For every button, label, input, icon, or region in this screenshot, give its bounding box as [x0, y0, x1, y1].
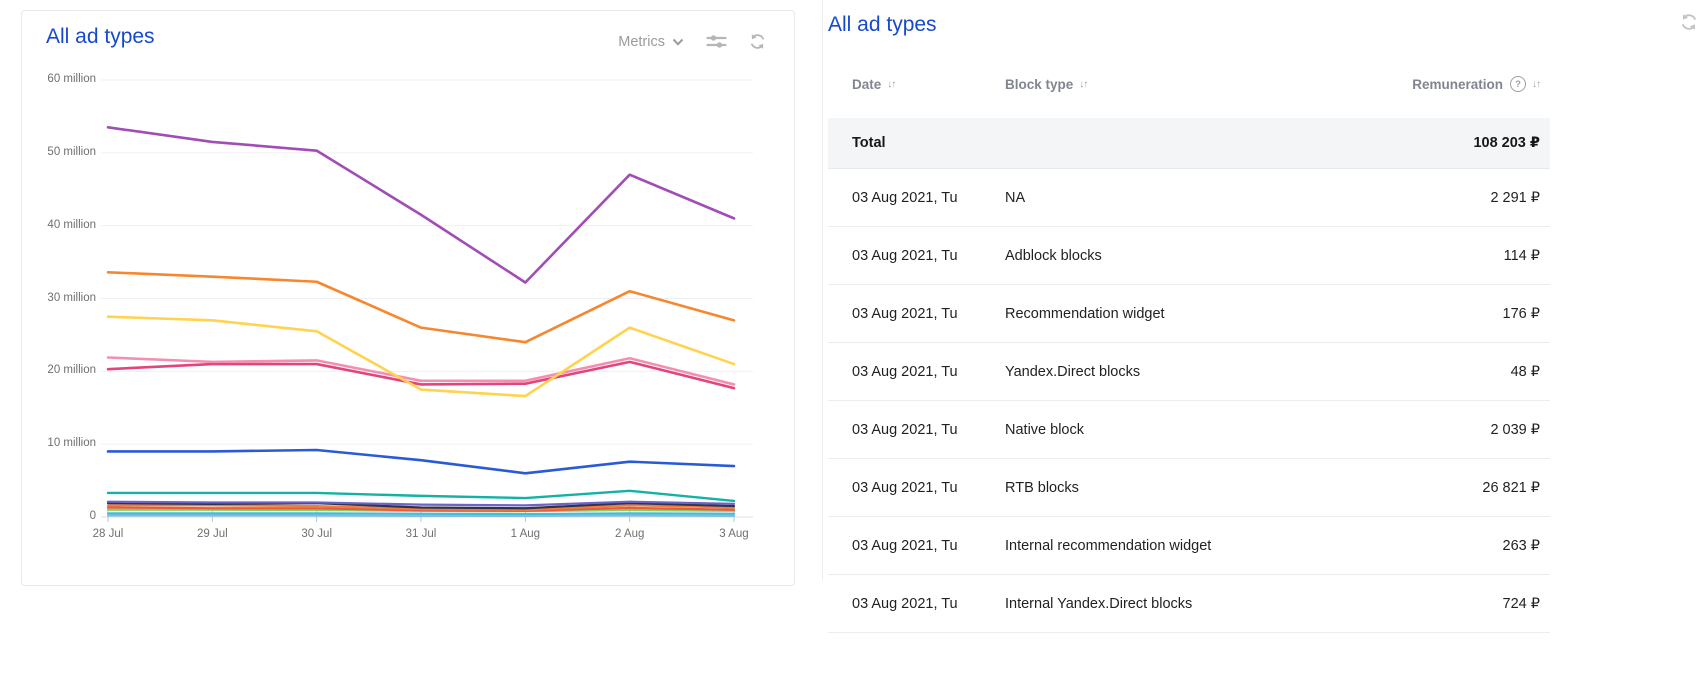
x-axis-label: 2 Aug — [595, 528, 665, 540]
cell-block-type: Recommendation widget — [1005, 306, 1285, 322]
cell-date: 03 Aug 2021, Tu — [828, 480, 1005, 496]
table-row: 03 Aug 2021, TuYandex.Direct blocks48 ₽ — [828, 343, 1550, 401]
cell-remuneration: 263 ₽ — [1285, 538, 1550, 554]
chart-line-crimson — [108, 362, 734, 388]
x-axis-label: 28 Jul — [73, 528, 143, 540]
cell-date: 03 Aug 2021, Tu — [828, 306, 1005, 322]
table-row: 03 Aug 2021, TuNA2 291 ₽ — [828, 169, 1550, 227]
cell-date: 03 Aug 2021, Tu — [828, 190, 1005, 206]
cell-block-type: Native block — [1005, 422, 1285, 438]
sort-icon[interactable]: ↓↑ — [1532, 79, 1540, 90]
cell-remuneration: 2 291 ₽ — [1285, 190, 1550, 206]
panel-divider — [822, 0, 823, 580]
sort-icon[interactable]: ↓↑ — [887, 79, 895, 90]
column-header-block-type-label: Block type — [1005, 77, 1073, 92]
cell-block-type: Internal recommendation widget — [1005, 538, 1285, 554]
y-axis-label: 60 million — [22, 73, 96, 85]
column-header-block-type[interactable]: Block type ↓↑ — [1005, 77, 1285, 92]
chart-line-cyan — [108, 513, 734, 514]
cell-block-type: NA — [1005, 190, 1285, 206]
y-axis-label: 50 million — [22, 146, 96, 158]
table-row: 03 Aug 2021, TuInternal Yandex.Direct bl… — [828, 575, 1550, 633]
cell-remuneration: 2 039 ₽ — [1285, 422, 1550, 438]
y-axis-label: 0 — [22, 510, 96, 522]
x-axis-label: 1 Aug — [490, 528, 560, 540]
column-header-remuneration[interactable]: Remuneration ? ↓↑ — [1285, 76, 1550, 92]
cell-block-type: Adblock blocks — [1005, 248, 1285, 264]
cell-remuneration: 26 821 ₽ — [1285, 480, 1550, 496]
remuneration-table: Date ↓↑ Block type ↓↑ Remuneration ? ↓↑ … — [828, 62, 1550, 633]
total-remuneration: 108 203 ₽ — [1285, 135, 1550, 151]
table-row: 03 Aug 2021, TuAdblock blocks114 ₽ — [828, 227, 1550, 285]
y-axis-label: 20 million — [22, 364, 96, 376]
cell-date: 03 Aug 2021, Tu — [828, 596, 1005, 612]
chart-card: All ad types Metrics — [21, 10, 795, 586]
table-body: 03 Aug 2021, TuNA2 291 ₽03 Aug 2021, TuA… — [828, 169, 1550, 633]
cell-remuneration: 114 ₽ — [1285, 248, 1550, 264]
line-chart-canvas — [22, 11, 796, 587]
cell-block-type: RTB blocks — [1005, 480, 1285, 496]
table-row: 03 Aug 2021, TuRTB blocks26 821 ₽ — [828, 459, 1550, 517]
y-axis-label: 30 million — [22, 292, 96, 304]
cell-date: 03 Aug 2021, Tu — [828, 248, 1005, 264]
y-axis-label: 40 million — [22, 219, 96, 231]
table-total-row: Total 108 203 ₽ — [828, 118, 1550, 169]
cell-block-type: Internal Yandex.Direct blocks — [1005, 596, 1285, 612]
y-axis-label: 10 million — [22, 437, 96, 449]
sort-icon[interactable]: ↓↑ — [1079, 79, 1087, 90]
cell-remuneration: 48 ₽ — [1285, 364, 1550, 380]
table-panel-title: All ad types — [828, 13, 937, 37]
refresh-icon[interactable] — [1680, 13, 1698, 31]
cell-date: 03 Aug 2021, Tu — [828, 364, 1005, 380]
total-label: Total — [828, 135, 1005, 151]
x-axis-label: 3 Aug — [699, 528, 769, 540]
x-axis-label: 29 Jul — [177, 528, 247, 540]
cell-block-type: Yandex.Direct blocks — [1005, 364, 1285, 380]
table-row: 03 Aug 2021, TuRecommendation widget176 … — [828, 285, 1550, 343]
cell-remuneration: 176 ₽ — [1285, 306, 1550, 322]
table-header-row: Date ↓↑ Block type ↓↑ Remuneration ? ↓↑ — [828, 62, 1550, 106]
x-axis-label: 30 Jul — [282, 528, 352, 540]
table-row: 03 Aug 2021, TuInternal recommendation w… — [828, 517, 1550, 575]
cell-date: 03 Aug 2021, Tu — [828, 422, 1005, 438]
column-header-remuneration-label: Remuneration — [1412, 77, 1503, 92]
cell-remuneration: 724 ₽ — [1285, 596, 1550, 612]
column-header-date-label: Date — [852, 77, 881, 92]
x-axis-label: 31 Jul — [386, 528, 456, 540]
table-row: 03 Aug 2021, TuNative block2 039 ₽ — [828, 401, 1550, 459]
chart-line-teal — [108, 491, 734, 501]
cell-date: 03 Aug 2021, Tu — [828, 538, 1005, 554]
help-icon[interactable]: ? — [1510, 76, 1526, 92]
column-header-date[interactable]: Date ↓↑ — [828, 77, 1005, 92]
chart-line-blue — [108, 450, 734, 473]
chart-line-purple — [108, 127, 734, 282]
line-chart: 60 million 50 million 40 million 30 million… — [22, 11, 796, 587]
